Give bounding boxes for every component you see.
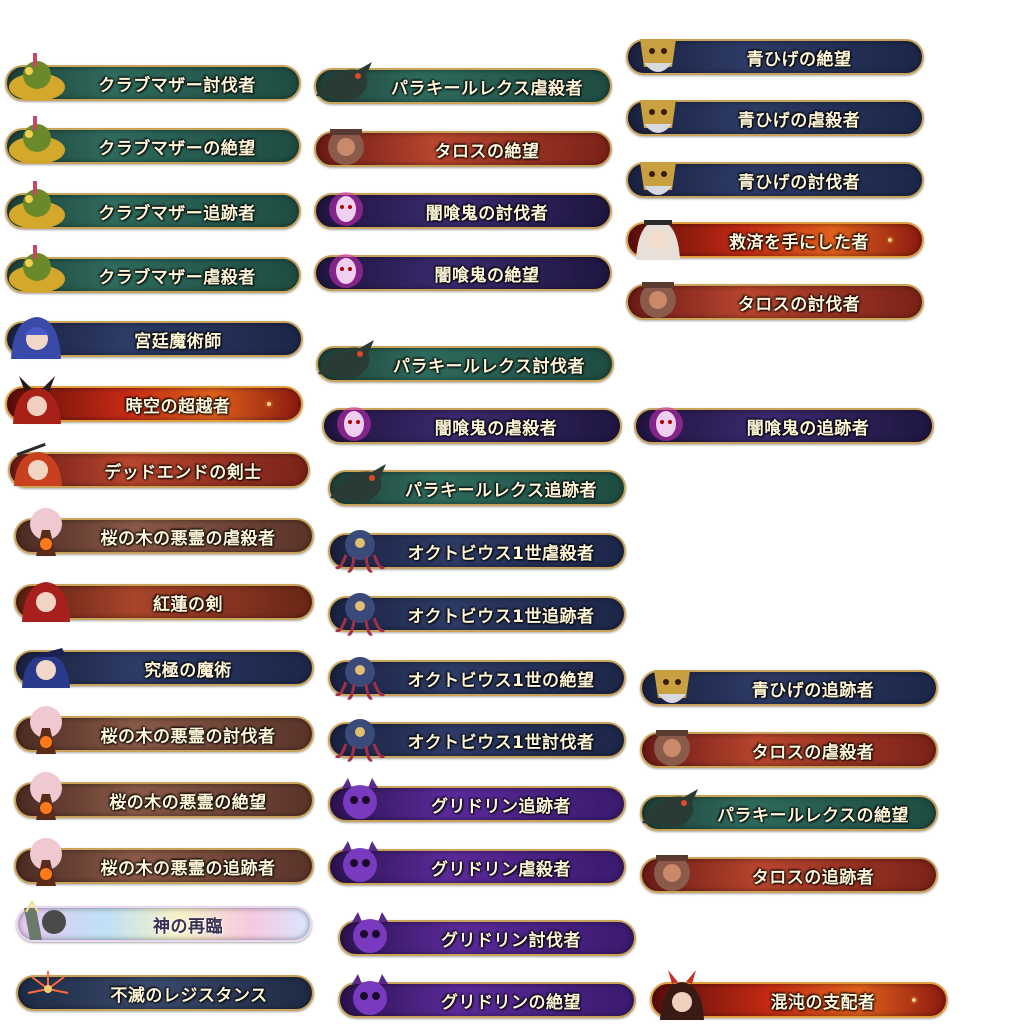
title-badge[interactable]: 神の再臨 bbox=[16, 900, 312, 942]
bluebeard-mask-icon bbox=[624, 150, 694, 202]
purple-skull-beast-icon bbox=[326, 837, 396, 889]
talos-golem-icon bbox=[312, 119, 382, 171]
sparkle-icon bbox=[888, 238, 892, 242]
title-badge[interactable]: 宮廷魔術師 bbox=[5, 317, 303, 359]
title-badge[interactable]: 闇喰鬼の討伐者 bbox=[314, 192, 612, 229]
cherry-tree-spirit-icon bbox=[12, 704, 82, 756]
title-badge[interactable]: タロスの討伐者 bbox=[626, 282, 924, 320]
talos-golem-icon bbox=[638, 720, 708, 772]
white-hair-girl-icon bbox=[624, 210, 694, 262]
crimson-hair-portrait-icon bbox=[12, 572, 82, 624]
crab-monster-icon bbox=[3, 116, 73, 168]
title-badge[interactable]: クラブマザー虐殺者 bbox=[5, 245, 301, 293]
title-badge[interactable]: 桜の木の悪霊の討伐者 bbox=[14, 706, 314, 754]
title-badge-gallery: { "colors": { "gold_border": "#c9a35a", … bbox=[0, 0, 1024, 1024]
title-badge[interactable]: 救済を手にした者 bbox=[626, 220, 924, 260]
dragon-icon bbox=[314, 334, 384, 386]
blue-witch-icon bbox=[12, 638, 82, 690]
octopus-king-icon bbox=[326, 648, 396, 700]
title-badge[interactable]: タロスの追跡者 bbox=[640, 855, 938, 893]
title-badge[interactable]: 究極の魔術 bbox=[14, 648, 314, 688]
sparkle-icon bbox=[912, 998, 916, 1002]
crab-monster-icon bbox=[3, 245, 73, 297]
title-badge[interactable]: パラキールレクス虐殺者 bbox=[314, 62, 612, 104]
octopus-king-icon bbox=[326, 584, 396, 636]
title-badge[interactable]: 闇喰鬼の追跡者 bbox=[634, 407, 934, 444]
title-badge[interactable]: グリドリン追跡者 bbox=[328, 778, 626, 822]
title-badge[interactable]: クラブマザー追跡者 bbox=[5, 181, 301, 229]
purple-skull-beast-icon bbox=[326, 774, 396, 826]
title-badge[interactable]: オクトビウス1世の絶望 bbox=[328, 657, 626, 700]
horned-demon-girl-icon bbox=[648, 970, 718, 1022]
purple-skull-beast-icon bbox=[336, 908, 406, 960]
talos-golem-icon bbox=[638, 845, 708, 897]
title-badge[interactable]: グリドリン討伐者 bbox=[338, 912, 636, 956]
title-badge[interactable]: オクトビウス1世討伐者 bbox=[328, 719, 626, 762]
title-badge[interactable]: 桜の木の悪霊の絶望 bbox=[14, 772, 314, 820]
dragon-icon bbox=[326, 458, 396, 510]
title-badge[interactable]: デッドエンドの剣士 bbox=[8, 442, 310, 488]
title-badge[interactable]: 時空の超越者 bbox=[5, 376, 303, 424]
title-badge[interactable]: 青ひげの追跡者 bbox=[640, 670, 938, 706]
octopus-king-icon bbox=[326, 710, 396, 762]
title-badge[interactable]: 闇喰鬼の虐殺者 bbox=[322, 407, 622, 444]
title-badge[interactable]: 桜の木の悪霊の虐殺者 bbox=[14, 508, 314, 556]
title-badge[interactable]: 混沌の支配者 bbox=[650, 970, 948, 1020]
dragon-icon bbox=[638, 783, 708, 835]
crab-monster-icon bbox=[3, 181, 73, 233]
dark-demon-icon bbox=[320, 396, 390, 448]
dark-demon-icon bbox=[312, 243, 382, 295]
title-badge[interactable]: クラブマザー討伐者 bbox=[5, 53, 301, 101]
bluebeard-mask-icon bbox=[624, 27, 694, 79]
title-badge[interactable]: クラブマザーの絶望 bbox=[5, 116, 301, 164]
cherry-tree-spirit-icon bbox=[12, 770, 82, 822]
title-badge[interactable]: 青ひげの虐殺者 bbox=[626, 100, 924, 136]
title-badge[interactable]: パラキールレクスの絶望 bbox=[640, 789, 938, 831]
title-badge[interactable]: パラキールレクス討伐者 bbox=[316, 340, 614, 382]
cherry-tree-spirit-icon bbox=[12, 506, 82, 558]
title-badge[interactable]: 闇喰鬼の絶望 bbox=[314, 254, 612, 291]
blue-haired-mage-icon bbox=[3, 309, 73, 361]
title-badge[interactable]: グリドリン虐殺者 bbox=[328, 841, 626, 885]
title-badge[interactable]: 紅蓮の剣 bbox=[14, 582, 314, 622]
horned-red-hair-portrait-icon bbox=[3, 374, 73, 426]
firework-icon bbox=[14, 963, 84, 1015]
title-badge[interactable]: タロスの絶望 bbox=[314, 129, 612, 167]
dark-demon-icon bbox=[312, 181, 382, 233]
title-badge[interactable]: タロスの虐殺者 bbox=[640, 730, 938, 768]
divine-crest-icon bbox=[14, 894, 84, 946]
sparkle-icon bbox=[267, 402, 271, 406]
title-badge[interactable]: 青ひげの絶望 bbox=[626, 39, 924, 75]
octopus-king-icon bbox=[326, 521, 396, 573]
title-badge[interactable]: グリドリンの絶望 bbox=[338, 974, 636, 1018]
title-badge[interactable]: オクトビウス1世追跡者 bbox=[328, 593, 626, 636]
title-badge[interactable]: 不滅のレジスタンス bbox=[16, 971, 314, 1011]
title-badge[interactable]: 桜の木の悪霊の追跡者 bbox=[14, 838, 314, 886]
dragon-icon bbox=[312, 56, 382, 108]
purple-skull-beast-icon bbox=[336, 970, 406, 1022]
bluebeard-mask-icon bbox=[624, 88, 694, 140]
title-badge[interactable]: オクトビウス1世虐殺者 bbox=[328, 530, 626, 573]
title-badge[interactable]: 青ひげの討伐者 bbox=[626, 162, 924, 198]
crab-monster-icon bbox=[3, 53, 73, 105]
talos-golem-icon bbox=[624, 272, 694, 324]
cherry-tree-spirit-icon bbox=[12, 836, 82, 888]
dark-demon-icon bbox=[632, 396, 702, 448]
bluebeard-mask-icon bbox=[638, 658, 708, 710]
red-hair-swordsman-icon bbox=[6, 440, 76, 492]
title-badge[interactable]: パラキールレクス追跡者 bbox=[328, 464, 626, 506]
